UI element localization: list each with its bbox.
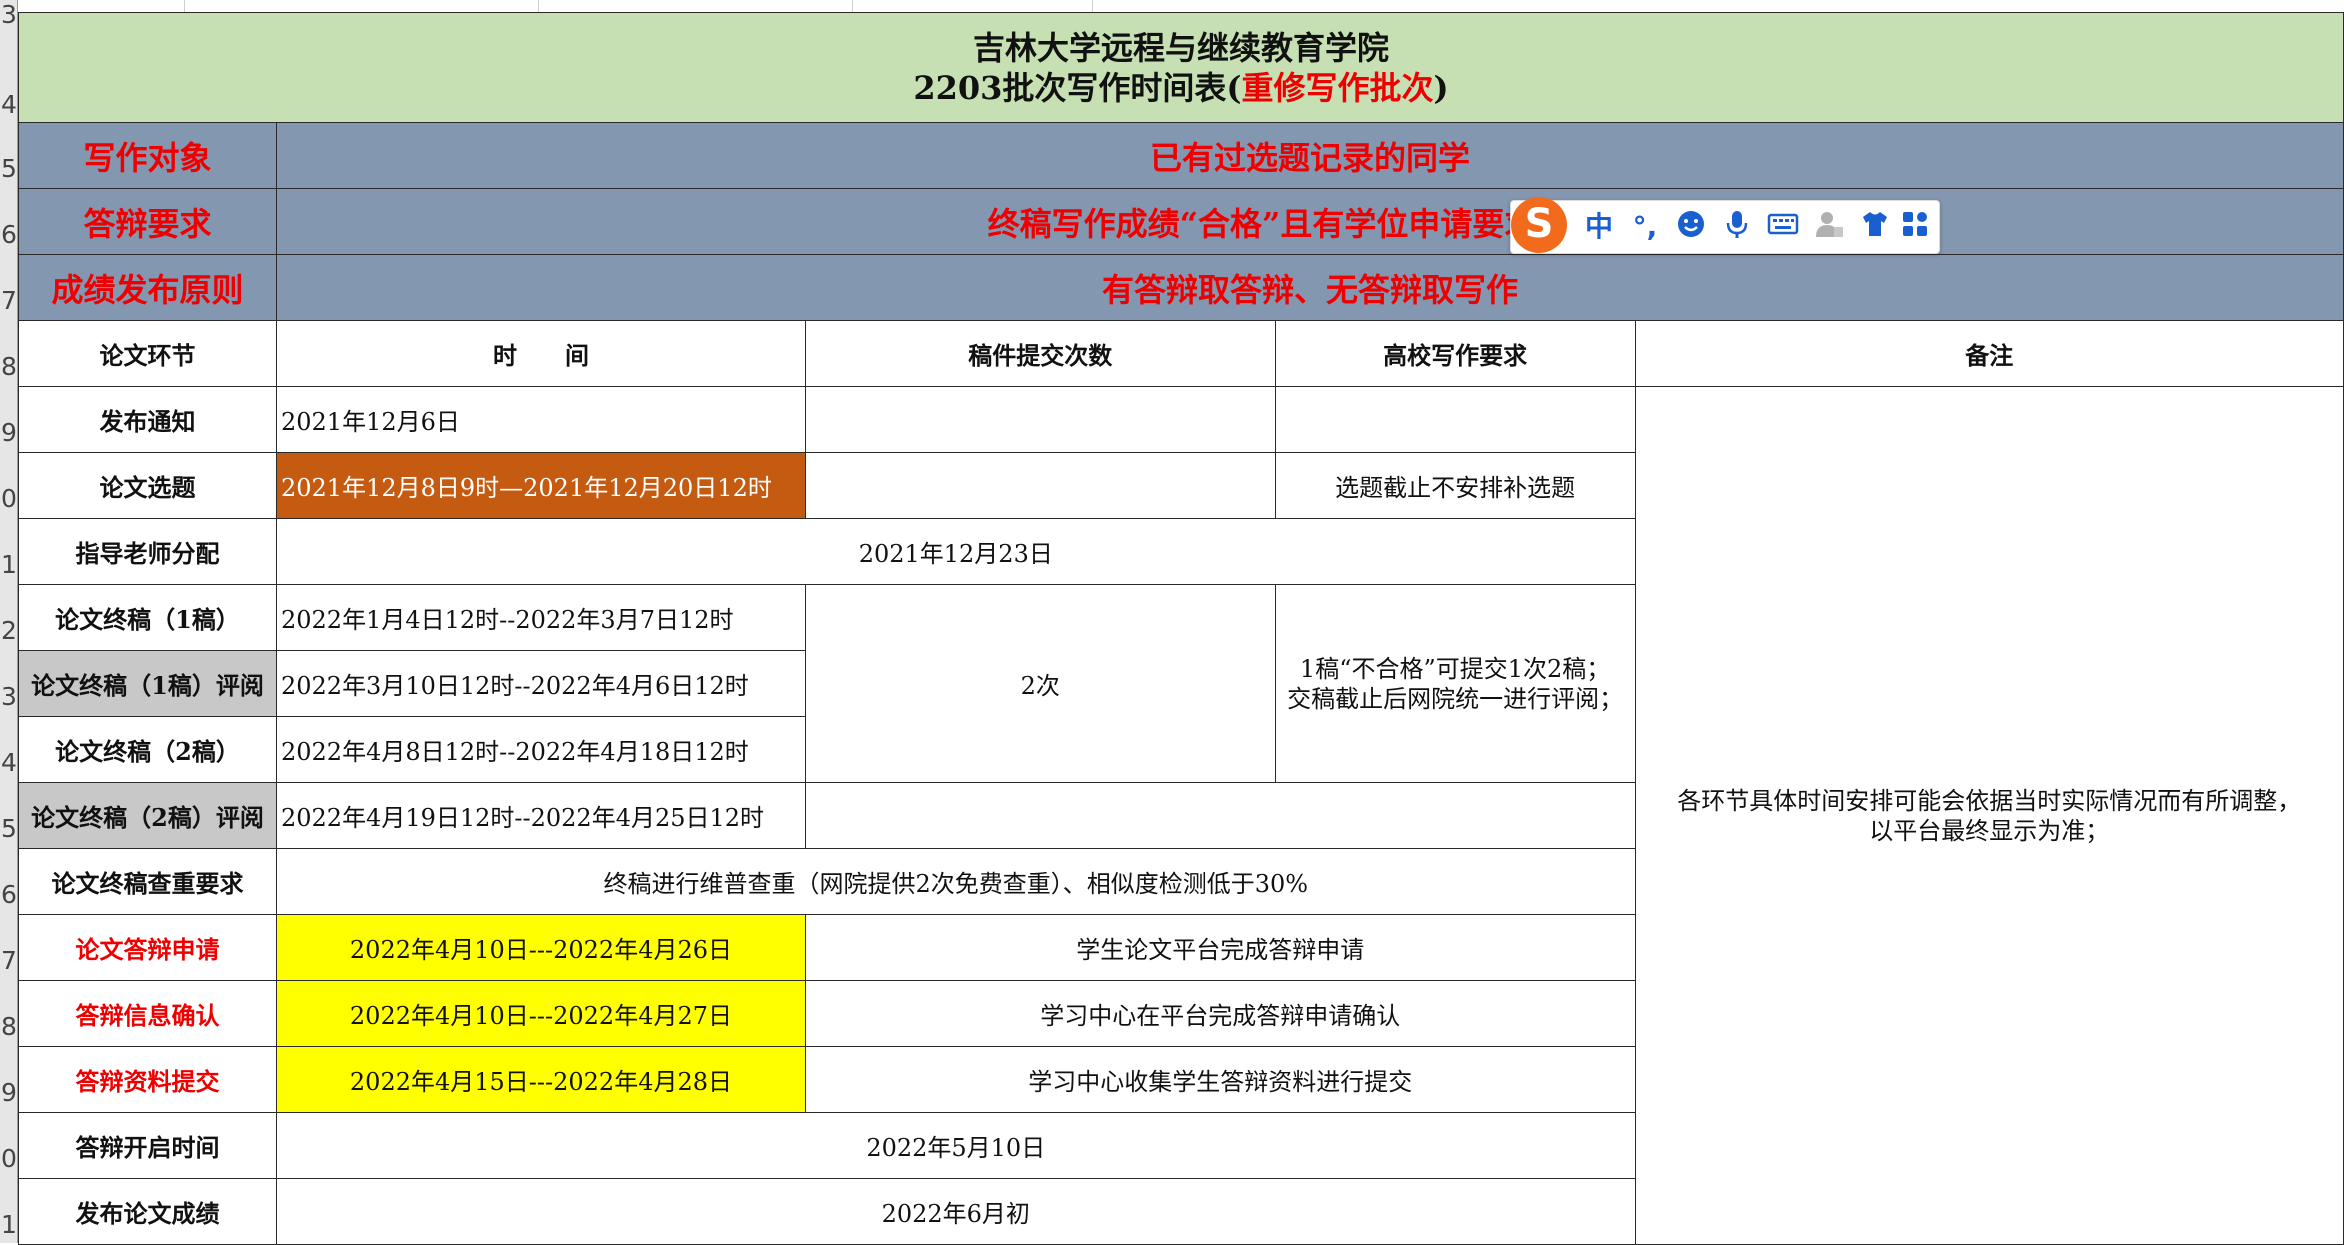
skin-icon[interactable] bbox=[1857, 209, 1893, 245]
row-number[interactable]: 6 bbox=[0, 222, 18, 247]
stage-defense-apply[interactable]: 论文答辩申请 bbox=[18, 914, 277, 981]
band-value-defense[interactable]: 终稿写作成绩“合格”且有学位申请要求的同学 bbox=[275, 188, 2344, 255]
value-advisor[interactable]: 2021年12月23日 bbox=[275, 518, 1636, 585]
time-defense-apply[interactable]: 2022年4月10日---2022年4月26日 bbox=[275, 914, 806, 981]
emoji-icon[interactable] bbox=[1673, 209, 1709, 245]
stage-defense-confirm[interactable]: 答辩信息确认 bbox=[18, 980, 277, 1047]
time-defense-confirm[interactable]: 2022年4月10日---2022年4月27日 bbox=[275, 980, 806, 1047]
row-number[interactable]: 5 bbox=[0, 156, 18, 181]
title-line1: 吉林大学远程与继续教育学院 bbox=[972, 28, 1389, 67]
stage-defense-submit[interactable]: 答辩资料提交 bbox=[18, 1046, 277, 1113]
row-number[interactable]: 9 bbox=[0, 420, 18, 445]
stage-final2[interactable]: 论文终稿（2稿） bbox=[18, 716, 277, 783]
time-final2[interactable]: 2022年4月8日12时--2022年4月18日12时 bbox=[275, 716, 806, 783]
keyboard-icon[interactable] bbox=[1765, 209, 1801, 245]
row-number[interactable]: 3 bbox=[0, 2, 18, 27]
stage-advisor[interactable]: 指导老师分配 bbox=[18, 518, 277, 585]
stage-grades[interactable]: 发布论文成绩 bbox=[18, 1178, 277, 1245]
row-number[interactable]: 1 bbox=[0, 552, 18, 577]
apps-icon[interactable] bbox=[1897, 209, 1933, 245]
row-number[interactable]: 5 bbox=[0, 816, 18, 841]
header-remarks[interactable]: 备注 bbox=[1634, 320, 2344, 387]
row-number[interactable]: 8 bbox=[0, 354, 18, 379]
title-line2: 2203批次写作时间表(重修写作批次) bbox=[913, 68, 1449, 107]
row-number[interactable]: 4 bbox=[0, 750, 18, 775]
row-header-column[interactable]: 3 4 5 6 7 8 9 0 1 2 3 4 5 6 7 8 9 0 1 bbox=[0, 0, 18, 1243]
sogou-logo-icon[interactable]: S bbox=[1511, 197, 1567, 253]
value-defense-open[interactable]: 2022年5月10日 bbox=[275, 1112, 1636, 1179]
school-req-line1: 1稿“不合格”可提交1次2稿； bbox=[1299, 654, 1611, 683]
value-dup-check[interactable]: 终稿进行维普查重（网院提供2次免费查重）、相似度检测低于30% bbox=[275, 848, 1636, 915]
schedule-table: 吉林大学远程与继续教育学院 2203批次写作时间表(重修写作批次) 写作对象 已… bbox=[18, 12, 2344, 1245]
header-submissions[interactable]: 稿件提交次数 bbox=[804, 320, 1276, 387]
time-notice[interactable]: 2021年12月6日 bbox=[275, 386, 806, 453]
submissions-count[interactable]: 2次 bbox=[804, 584, 1276, 783]
empty-cell[interactable] bbox=[804, 452, 1276, 519]
time-final1[interactable]: 2022年1月4日12时--2022年3月7日12时 bbox=[275, 584, 806, 651]
row-number[interactable]: 7 bbox=[0, 948, 18, 973]
row-number[interactable]: 8 bbox=[0, 1014, 18, 1039]
band-value-grade-rule[interactable]: 有答辩取答辩、无答辩取写作 bbox=[275, 254, 2344, 321]
row-number[interactable]: 0 bbox=[0, 1146, 18, 1171]
header-stage[interactable]: 论文环节 bbox=[18, 320, 277, 387]
value-grades[interactable]: 2022年6月初 bbox=[275, 1178, 1636, 1245]
row-number[interactable]: 7 bbox=[0, 288, 18, 313]
title-cell[interactable]: 吉林大学远程与继续教育学院 2203批次写作时间表(重修写作批次) bbox=[18, 12, 2344, 123]
user-icon[interactable] bbox=[1811, 209, 1847, 245]
band-label-target[interactable]: 写作对象 bbox=[18, 122, 277, 189]
band-value-target[interactable]: 已有过选题记录的同学 bbox=[275, 122, 2344, 189]
remark-line2: 以平台最终显示为准； bbox=[1869, 816, 2110, 845]
time-review1[interactable]: 2022年3月10日12时--2022年4月6日12时 bbox=[275, 650, 806, 717]
school-req-line2: 交稿截止后网院统一进行评阅； bbox=[1287, 684, 1624, 713]
stage-notice[interactable]: 发布通知 bbox=[18, 386, 277, 453]
req-topic[interactable]: 选题截止不安排补选题 bbox=[1274, 452, 1636, 519]
note-defense-apply[interactable]: 学生论文平台完成答辩申请 bbox=[804, 914, 1636, 981]
note-defense-submit[interactable]: 学习中心收集学生答辩资料进行提交 bbox=[804, 1046, 1636, 1113]
chinese-mode-button[interactable]: 中 bbox=[1581, 209, 1617, 245]
band-label-defense[interactable]: 答辩要求 bbox=[18, 188, 277, 255]
spreadsheet: 3 4 5 6 7 8 9 0 1 2 3 4 5 6 7 8 9 0 1 吉林… bbox=[0, 0, 2344, 1245]
note-defense-confirm[interactable]: 学习中心在平台完成答辩申请确认 bbox=[804, 980, 1636, 1047]
empty-cell[interactable] bbox=[1274, 386, 1636, 453]
ime-toolbar[interactable]: S 中 °, bbox=[1510, 197, 1940, 254]
remark-line1: 各环节具体时间安排可能会依据当时实际情况而有所调整， bbox=[1677, 786, 2302, 815]
row-number[interactable]: 6 bbox=[0, 882, 18, 907]
stage-review1[interactable]: 论文终稿（1稿）评阅 bbox=[18, 650, 277, 717]
header-school-req[interactable]: 高校写作要求 bbox=[1274, 320, 1636, 387]
stage-final1[interactable]: 论文终稿（1稿） bbox=[18, 584, 277, 651]
row-number[interactable]: 0 bbox=[0, 486, 18, 511]
microphone-icon[interactable] bbox=[1719, 209, 1755, 245]
row-number[interactable]: 9 bbox=[0, 1080, 18, 1105]
row-number[interactable]: 2 bbox=[0, 618, 18, 643]
remarks-cell[interactable]: 各环节具体时间安排可能会依据当时实际情况而有所调整， 以平台最终显示为准； bbox=[1634, 386, 2344, 1245]
stage-defense-open[interactable]: 答辩开启时间 bbox=[18, 1112, 277, 1179]
stage-review2[interactable]: 论文终稿（2稿）评阅 bbox=[18, 782, 277, 849]
row-number[interactable]: 3 bbox=[0, 684, 18, 709]
time-review2[interactable]: 2022年4月19日12时--2022年4月25日12时 bbox=[275, 782, 806, 849]
stage-dup-check[interactable]: 论文终稿查重要求 bbox=[18, 848, 277, 915]
empty-cell[interactable] bbox=[804, 782, 1636, 849]
time-topic[interactable]: 2021年12月8日9时—2021年12月20日12时 bbox=[275, 452, 806, 519]
punctuation-button[interactable]: °, bbox=[1627, 209, 1663, 245]
row-number[interactable]: 1 bbox=[0, 1212, 18, 1237]
time-defense-submit[interactable]: 2022年4月15日---2022年4月28日 bbox=[275, 1046, 806, 1113]
band-label-grade-rule[interactable]: 成绩发布原则 bbox=[18, 254, 277, 321]
empty-cell[interactable] bbox=[804, 386, 1276, 453]
school-req-final[interactable]: 1稿“不合格”可提交1次2稿； 交稿截止后网院统一进行评阅； bbox=[1274, 584, 1636, 783]
header-time[interactable]: 时 间 bbox=[275, 320, 806, 387]
row-number[interactable]: 4 bbox=[0, 92, 18, 117]
stage-topic[interactable]: 论文选题 bbox=[18, 452, 277, 519]
